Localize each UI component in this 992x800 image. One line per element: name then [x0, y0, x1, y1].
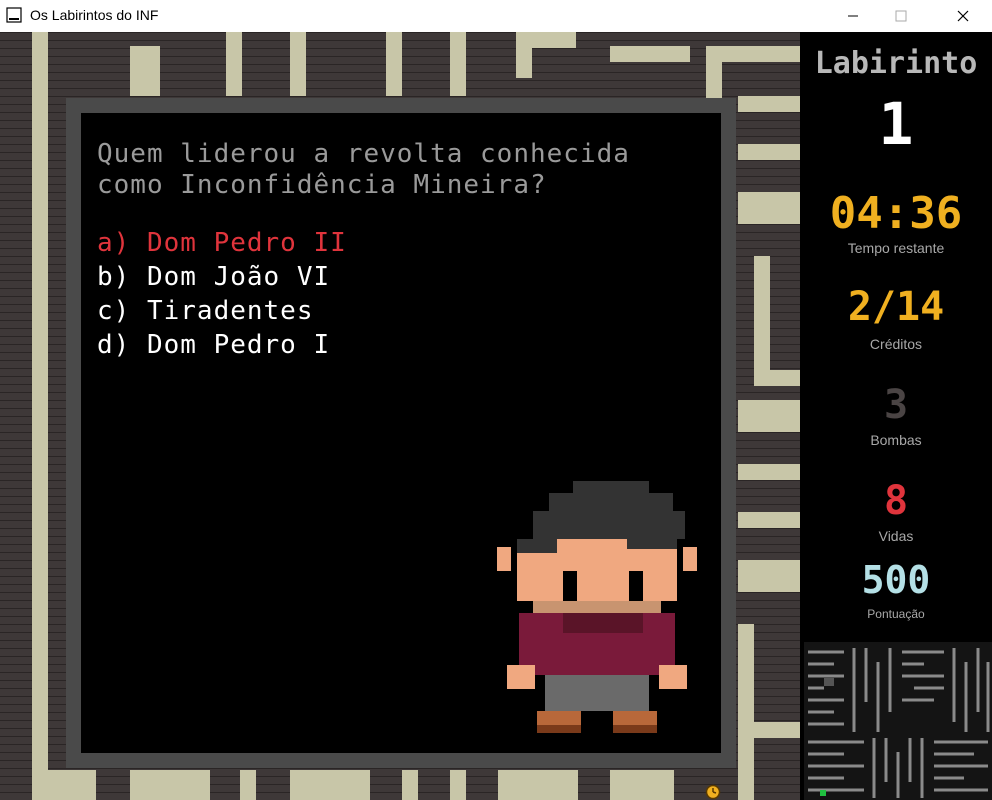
maze-path — [32, 770, 96, 800]
maze-path — [754, 370, 800, 386]
answer-option-d[interactable]: d) Dom Pedro I — [97, 329, 330, 362]
maze-path — [754, 722, 800, 738]
bombs-label: Bombas — [870, 432, 922, 448]
window-title: Os Labirintos do INF — [30, 7, 159, 23]
maze-path — [226, 32, 242, 96]
credits-value: 2/14 — [847, 284, 945, 330]
maze-path — [610, 46, 690, 62]
time-value: 04:36 — [829, 188, 963, 239]
score-label: Pontuação — [867, 607, 925, 621]
maze-path — [32, 32, 48, 800]
question-panel: Quem liderou a revolta conhecida como In… — [81, 113, 721, 753]
close-button[interactable] — [940, 0, 986, 32]
bombs-value: 3 — [883, 382, 909, 428]
answer-option-c[interactable]: c) Tiradentes — [97, 295, 314, 328]
maze-path — [498, 770, 578, 800]
question-dialog: Quem liderou a revolta conhecida como In… — [66, 98, 736, 768]
maze-path — [450, 770, 466, 800]
answer-option-a[interactable]: a) Dom Pedro II — [97, 227, 347, 260]
maze-path — [706, 46, 722, 98]
maximize-button[interactable] — [878, 0, 924, 32]
app-icon — [6, 7, 22, 23]
maximize-icon — [895, 10, 907, 22]
hud-sidebar: Labirinto 1 04:36 Tempo restante 2/14 Cr… — [800, 32, 992, 800]
maze-path — [738, 512, 800, 528]
maze-path — [516, 32, 532, 78]
credits-label: Créditos — [869, 336, 923, 352]
maze-path — [386, 32, 402, 96]
maze-path — [610, 770, 674, 800]
player-character — [497, 481, 697, 733]
maze-path — [130, 46, 160, 96]
title-bar[interactable]: Os Labirintos do INF — [0, 0, 992, 33]
maze-path — [738, 96, 800, 112]
maze-path — [738, 400, 800, 432]
maze-path — [738, 624, 754, 800]
maze-path — [290, 770, 370, 800]
hud-title: Labirinto — [814, 46, 978, 81]
answer-option-b[interactable]: b) Dom João VI — [97, 261, 330, 294]
maze-path — [754, 256, 770, 386]
maze-path — [402, 770, 418, 800]
maze-path — [738, 464, 800, 480]
score-value: 500 — [861, 558, 931, 602]
maze-path — [738, 144, 800, 160]
minimize-button[interactable] — [830, 0, 876, 32]
clock-icon — [705, 784, 721, 800]
question-text: Quem liderou a revolta conhecida como In… — [97, 139, 630, 200]
minimap — [804, 642, 992, 800]
maze-path — [240, 770, 256, 800]
maze-path — [738, 192, 800, 224]
lives-value: 8 — [883, 478, 909, 524]
game-window: Os Labirintos do INF Quem liderou a revo… — [0, 0, 992, 800]
maze-path — [290, 32, 306, 96]
level-number: 1 — [878, 90, 914, 158]
maze-path — [130, 770, 210, 800]
close-icon — [957, 10, 969, 22]
maze-path — [738, 560, 800, 592]
time-label: Tempo restante — [847, 240, 945, 256]
lives-label: Vidas — [878, 528, 914, 544]
maze-view: Quem liderou a revolta conhecida como In… — [0, 32, 800, 800]
minimize-icon — [848, 15, 858, 17]
maze-path — [450, 32, 466, 96]
